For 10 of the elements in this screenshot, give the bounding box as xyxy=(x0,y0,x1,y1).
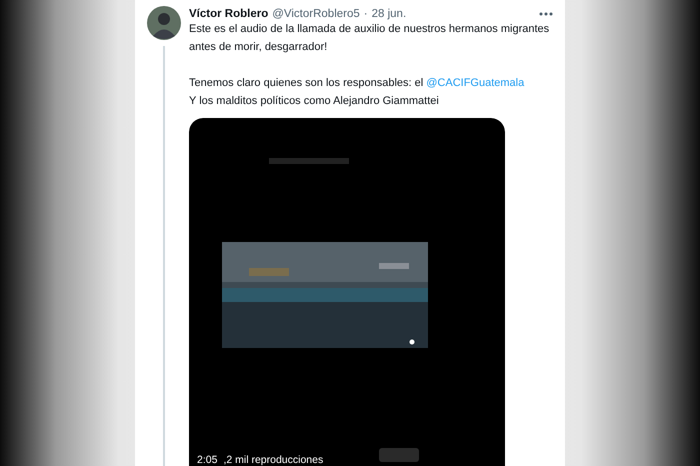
separator: · xyxy=(364,8,368,20)
more-icon[interactable] xyxy=(539,12,553,16)
avatar[interactable] xyxy=(147,6,181,40)
tweet-text: Este es el audio de la llamada de auxilio de nuestros hermanos migrantes antes de morir, desgarrador! xyxy=(189,22,550,55)
video-duration: 2:05 xyxy=(197,454,218,466)
tweet-date[interactable]: 28 jun. xyxy=(372,8,406,20)
tweet-text: Tenemos claro quienes son los responsables: el @CACIFGuatemala Y los malditos políticos como Alejandro Giammattei xyxy=(189,76,526,109)
author-handle[interactable]: @VictorRoblero5 xyxy=(272,8,360,20)
view-count: ,2 mil reproducciones xyxy=(223,454,324,466)
author-name[interactable]: Víctor Roblero xyxy=(189,8,268,20)
